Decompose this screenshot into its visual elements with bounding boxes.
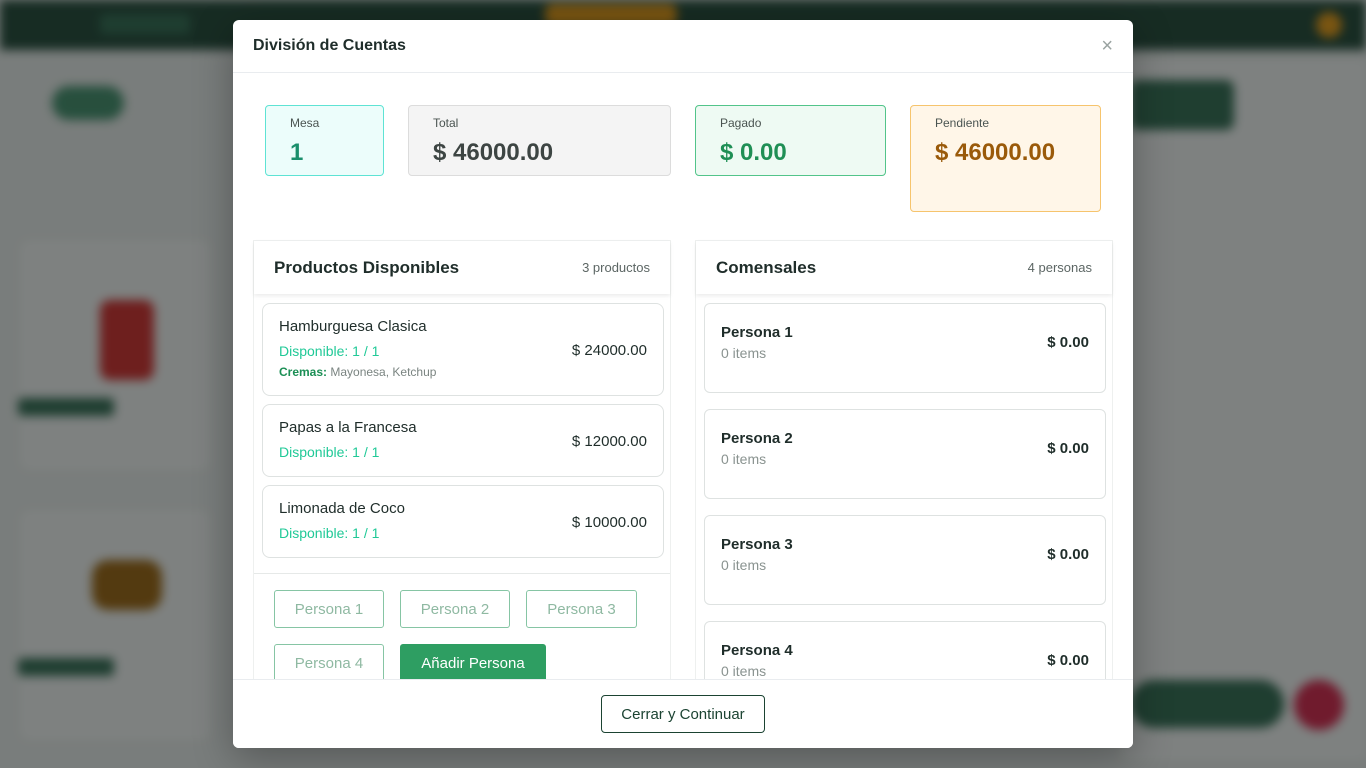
split-bill-modal: División de Cuentas × Mesa 1 Total $ 460… [233, 20, 1133, 748]
products-count: 3 productos [582, 260, 650, 275]
assign-persona-4-button[interactable]: Persona 4 [274, 644, 384, 679]
diners-panel-title: Comensales [716, 257, 817, 277]
mesa-value: 1 [290, 139, 304, 166]
product-extras-label: Cremas: [279, 365, 328, 379]
diners-panel: Comensales 4 personas Persona 1 0 items … [695, 240, 1113, 679]
products-panel-title: Productos Disponibles [274, 257, 460, 277]
product-price: $ 12000.00 [571, 433, 647, 450]
diner-amount: $ 0.00 [1047, 334, 1089, 351]
assign-persona-1-button[interactable]: Persona 1 [274, 590, 384, 628]
diner-name: Persona 4 [721, 642, 793, 659]
pagado-label: Pagado [720, 116, 762, 130]
product-extras-value: Mayonesa, Ketchup [327, 365, 437, 379]
diners-panel-header: Comensales 4 personas [696, 241, 1112, 294]
modal-body: Mesa 1 Total $ 46000.00 Pagado $ 0.00 Pe… [233, 73, 1133, 679]
diner-amount: $ 0.00 [1047, 440, 1089, 457]
product-item[interactable]: Papas a la Francesa Disponible: 1 / 1 $ … [262, 404, 664, 477]
modal-header: División de Cuentas × [233, 20, 1133, 73]
products-panel-header: Productos Disponibles 3 productos [254, 241, 670, 294]
close-icon[interactable]: × [1101, 36, 1113, 56]
add-person-button[interactable]: Añadir Persona [400, 644, 546, 679]
diner-items: 0 items [721, 663, 767, 679]
diner-card[interactable]: Persona 3 0 items $ 0.00 [704, 515, 1106, 605]
pendiente-value: $ 46000.00 [935, 139, 1056, 166]
assign-persona-3-button[interactable]: Persona 3 [526, 590, 637, 628]
modal-title: División de Cuentas [253, 37, 406, 54]
diner-card[interactable]: Persona 4 0 items $ 0.00 [704, 621, 1106, 679]
panel-divider [254, 573, 670, 574]
diner-amount: $ 0.00 [1047, 546, 1089, 563]
product-price: $ 24000.00 [571, 342, 647, 359]
diner-amount: $ 0.00 [1047, 652, 1089, 669]
product-item[interactable]: Hamburguesa Clasica Disponible: 1 / 1 Cr… [262, 303, 664, 396]
product-extras: Cremas: Mayonesa, Ketchup [279, 365, 647, 379]
pagado-card: Pagado $ 0.00 [695, 105, 886, 176]
diner-items: 0 items [721, 557, 767, 573]
pendiente-card: Pendiente $ 46000.00 [910, 105, 1101, 212]
pagado-value: $ 0.00 [720, 139, 787, 166]
assign-persona-2-button[interactable]: Persona 2 [400, 590, 510, 628]
diner-card[interactable]: Persona 1 0 items $ 0.00 [704, 303, 1106, 393]
total-value: $ 46000.00 [433, 139, 554, 166]
diner-items: 0 items [721, 345, 767, 361]
diner-name: Persona 1 [721, 324, 793, 341]
product-price: $ 10000.00 [571, 514, 647, 531]
products-panel: Productos Disponibles 3 productos Hambur… [253, 240, 671, 679]
diner-name: Persona 2 [721, 430, 793, 447]
total-card: Total $ 46000.00 [408, 105, 671, 176]
mesa-label: Mesa [290, 116, 320, 130]
total-label: Total [433, 116, 459, 130]
diner-name: Persona 3 [721, 536, 793, 553]
modal-footer: Cerrar y Continuar [233, 679, 1133, 748]
pendiente-label: Pendiente [935, 116, 990, 130]
diner-card[interactable]: Persona 2 0 items $ 0.00 [704, 409, 1106, 499]
close-continue-button[interactable]: Cerrar y Continuar [601, 695, 765, 733]
product-name: Hamburguesa Clasica [279, 318, 427, 335]
diner-items: 0 items [721, 451, 767, 467]
product-item[interactable]: Limonada de Coco Disponible: 1 / 1 $ 100… [262, 485, 664, 558]
mesa-card: Mesa 1 [265, 105, 384, 176]
diners-count: 4 personas [1027, 260, 1092, 275]
